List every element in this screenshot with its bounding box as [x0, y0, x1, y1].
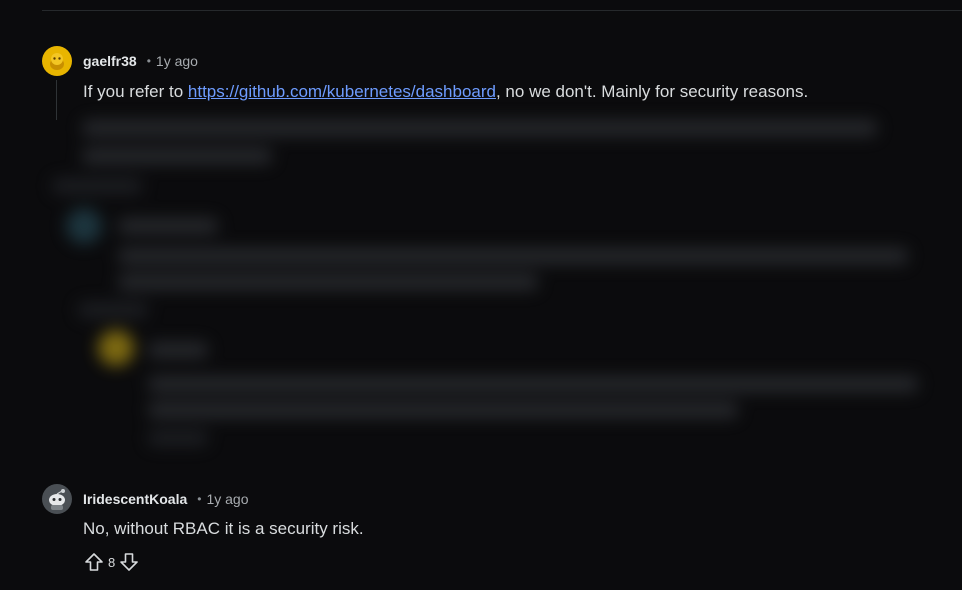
- comment-text-after: , no we don't. Mainly for security reaso…: [495, 82, 809, 101]
- snoo-avatar-icon[interactable]: [42, 484, 72, 514]
- comment-text-before: If you refer to: [83, 82, 188, 101]
- comment-header: gaelfr38 • 1y ago: [42, 46, 942, 76]
- downvote-arrow-icon[interactable]: [118, 551, 140, 573]
- comment-author[interactable]: IridescentKoala: [83, 491, 187, 507]
- comment-body: No, without RBAC it is a security risk.: [83, 519, 364, 538]
- upvote-arrow-icon[interactable]: [83, 551, 105, 573]
- divider: [42, 10, 962, 11]
- comment-author[interactable]: gaelfr38: [83, 53, 137, 69]
- comment-timestamp[interactable]: 1y ago: [206, 491, 248, 507]
- meta-separator: •: [146, 54, 151, 68]
- comment-body: If you refer to https://github.com/kuber…: [83, 80, 942, 104]
- comment: IridescentKoala • 1y ago No, without RBA…: [42, 484, 942, 573]
- meta-separator: •: [197, 492, 202, 506]
- vote-count: 8: [108, 554, 116, 570]
- comment: gaelfr38 • 1y ago If you refer to https:…: [42, 46, 942, 120]
- comment-header: IridescentKoala • 1y ago: [42, 484, 942, 514]
- snoo-avatar-icon[interactable]: [42, 46, 72, 76]
- comment-timestamp[interactable]: 1y ago: [156, 53, 198, 69]
- blurred-replies: [42, 108, 962, 460]
- comment-link[interactable]: https://github.com/kubernetes/dashboard: [188, 82, 496, 101]
- vote-row: 8: [83, 551, 942, 573]
- comment-thread: gaelfr38 • 1y ago If you refer to https:…: [0, 0, 962, 590]
